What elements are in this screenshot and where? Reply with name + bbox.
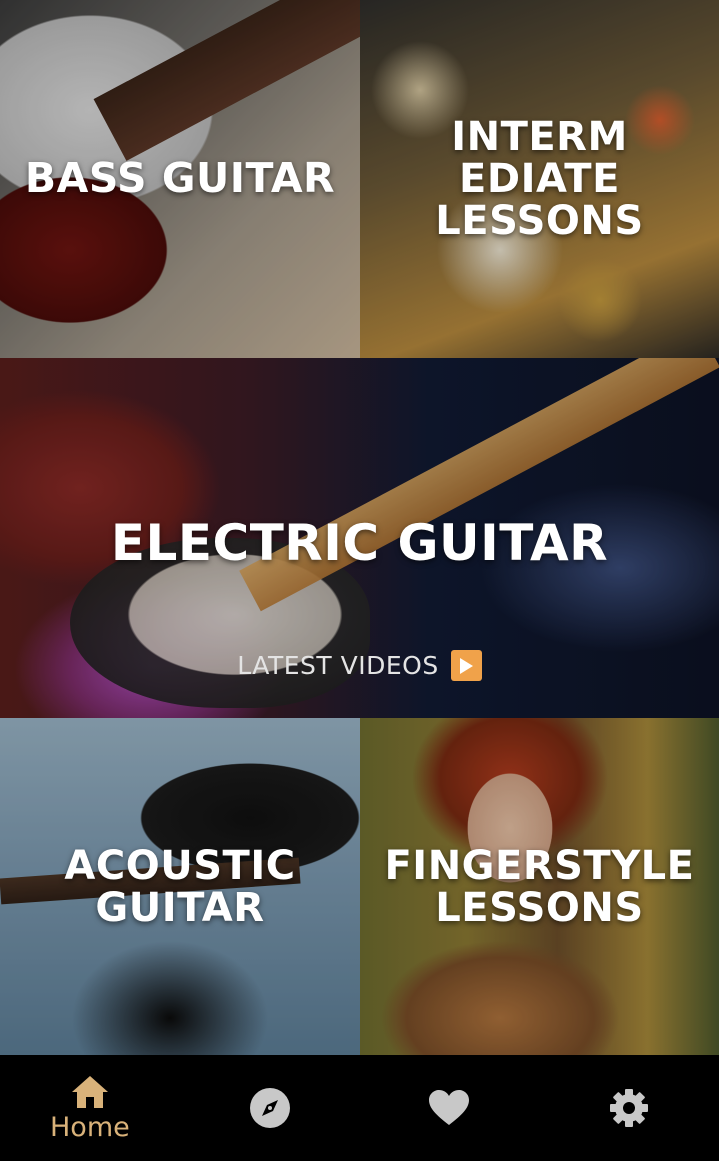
tile-title: ACOUSTIC GUITAR xyxy=(64,842,296,931)
latest-videos-label: LATEST VIDEOS xyxy=(237,651,439,680)
nav-item-favorites[interactable] xyxy=(360,1055,540,1161)
tile-acoustic-guitar[interactable]: ACOUSTIC GUITAR xyxy=(0,718,360,1055)
tile-fingerstyle-lessons[interactable]: FINGERSTYLE LESSONS xyxy=(360,718,719,1055)
nav-item-settings[interactable] xyxy=(539,1055,719,1161)
tile-title: BASS GUITAR xyxy=(24,154,336,203)
gear-icon xyxy=(609,1088,649,1128)
nav-label-home: Home xyxy=(50,1111,130,1143)
nav-item-home[interactable]: Home xyxy=(0,1055,180,1161)
home-icon xyxy=(70,1074,110,1110)
latest-videos-link[interactable]: LATEST VIDEOS xyxy=(0,650,719,681)
play-icon xyxy=(450,650,482,681)
heart-icon xyxy=(428,1089,470,1127)
nav-item-explore[interactable] xyxy=(180,1055,360,1161)
tile-electric-guitar[interactable]: ELECTRIC GUITAR LATEST VIDEOS xyxy=(0,358,719,718)
app-screen: BASS GUITAR INTERM EDIATE LESSONS ELECTR… xyxy=(0,0,719,1161)
tile-bass-guitar[interactable]: BASS GUITAR xyxy=(0,0,360,358)
tile-title: INTERM EDIATE LESSONS xyxy=(435,114,644,244)
bottom-navigation: Home xyxy=(0,1055,719,1161)
tile-title: ELECTRIC GUITAR xyxy=(110,513,609,572)
tile-title: FINGERSTYLE LESSONS xyxy=(384,842,695,931)
tile-intermediate-lessons[interactable]: INTERM EDIATE LESSONS xyxy=(360,0,719,358)
compass-icon xyxy=(249,1087,291,1129)
